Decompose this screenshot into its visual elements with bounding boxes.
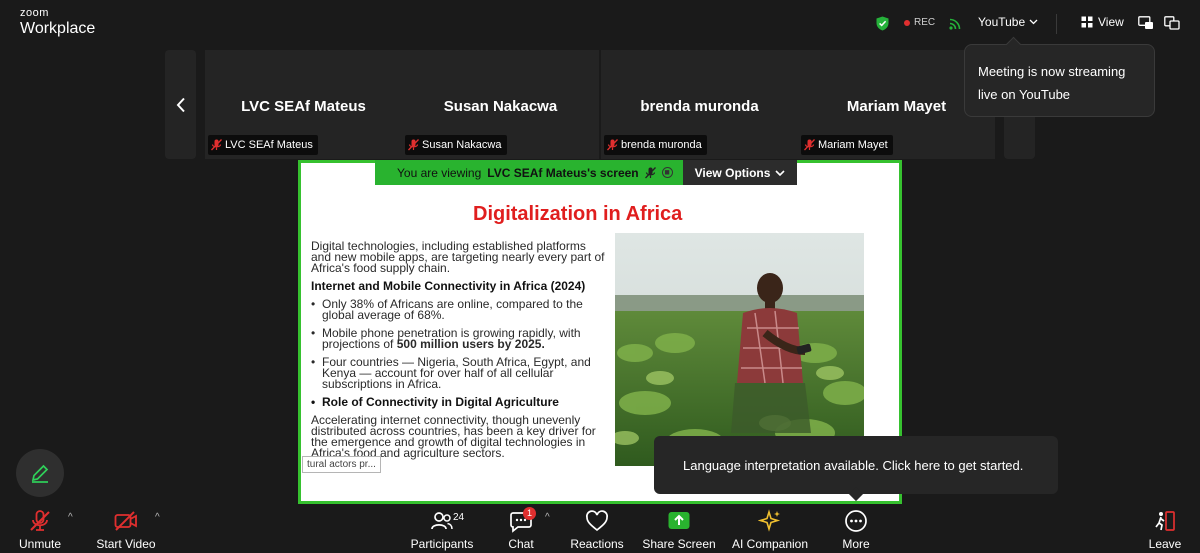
top-bar: zoom Workplace REC YouTube View xyxy=(0,0,1200,48)
heart-icon xyxy=(586,510,608,532)
viewing-prefix: You are viewing xyxy=(397,165,482,180)
participant-label-text: LVC SEAf Mateus xyxy=(225,139,313,151)
chat-unread-badge: 1 xyxy=(523,507,536,520)
fullscreen-icon[interactable] xyxy=(1164,16,1180,30)
slide-bullets: Only 38% of Africans are online, compare… xyxy=(311,298,607,408)
stop-icon[interactable]: ■ xyxy=(661,167,673,178)
grid-view-icon xyxy=(1081,16,1093,28)
chevron-down-icon xyxy=(1029,19,1038,25)
leave-label: Leave xyxy=(1148,537,1182,551)
mic-muted-icon xyxy=(644,166,656,178)
caption-snippet: tural actors pr... xyxy=(302,456,381,473)
stream-target-dropdown[interactable]: YouTube xyxy=(978,15,1038,29)
mic-muted-icon xyxy=(804,139,815,151)
participant-label: brenda muronda xyxy=(604,135,707,155)
slide-heading: Internet and Mobile Connectivity in Afri… xyxy=(311,279,586,293)
slide-bullet: Four countries — Nigeria, South Africa, … xyxy=(311,356,607,390)
reactions-button[interactable]: Reactions xyxy=(570,504,624,553)
audio-options-caret[interactable]: ^ xyxy=(68,512,73,523)
annotate-button[interactable] xyxy=(16,449,64,497)
start-video-button[interactable]: Start Video xyxy=(96,504,156,553)
live-stream-icon[interactable] xyxy=(949,16,963,30)
slide-body: Digital technologies, including establis… xyxy=(311,239,607,466)
start-video-label: Start Video xyxy=(96,537,156,551)
bullet-bold-text: 500 million users by 2025. xyxy=(396,337,545,351)
mic-muted-icon xyxy=(408,139,419,151)
mic-muted-icon xyxy=(607,139,618,151)
sparkle-icon xyxy=(758,509,781,532)
more-icon xyxy=(845,510,867,532)
zoom-logo: zoom Workplace xyxy=(20,8,95,37)
leave-icon xyxy=(1155,511,1175,531)
participants-label: Participants xyxy=(410,537,474,551)
recording-indicator[interactable]: REC xyxy=(904,17,935,28)
chat-label: Chat xyxy=(508,537,534,551)
more-button[interactable]: More xyxy=(836,504,876,553)
participants-icon xyxy=(431,512,453,530)
participant-tile[interactable]: LVC SEAf Mateus LVC SEAf Mateus xyxy=(205,50,402,159)
meeting-toolbar: Unmute ^ Start Video ^ Participants 24 C… xyxy=(0,504,1200,553)
participant-tile[interactable]: Susan Nakacwa Susan Nakacwa xyxy=(402,50,599,159)
viewing-indicator: You are viewing LVC SEAf Mateus's screen… xyxy=(375,160,683,185)
stream-target-label: YouTube xyxy=(978,15,1026,29)
reactions-label: Reactions xyxy=(570,537,624,551)
participant-label: Susan Nakacwa xyxy=(405,135,507,155)
slide-bullet: Role of Connectivity in Digital Agricult… xyxy=(311,396,607,408)
chevron-down-icon xyxy=(775,169,786,176)
pencil-icon xyxy=(31,464,49,483)
slide-title: Digitalization in Africa xyxy=(473,203,683,225)
slide-bullet: Only 38% of Africans are online, compare… xyxy=(311,298,607,321)
view-options-button[interactable]: View Options xyxy=(682,160,798,185)
picture-in-picture-icon[interactable] xyxy=(1138,16,1154,30)
view-options-label: View Options xyxy=(694,165,771,180)
more-label: More xyxy=(842,537,870,551)
logo-product: Workplace xyxy=(20,20,96,37)
gallery-prev-button[interactable] xyxy=(165,50,196,159)
ai-companion-label: AI Companion xyxy=(731,537,809,551)
participant-label: Mariam Mayet xyxy=(801,135,893,155)
participant-name: Susan Nakacwa xyxy=(443,98,558,115)
participant-label-text: Mariam Mayet xyxy=(818,139,888,151)
unmute-label: Unmute xyxy=(18,537,62,551)
share-screen-icon xyxy=(668,512,690,529)
participant-tile[interactable]: brenda muronda brenda muronda xyxy=(601,50,798,159)
slide-closing: Accelerating internet connectivity, thou… xyxy=(311,413,596,460)
mic-muted-icon xyxy=(211,139,222,151)
screen-share-bar: You are viewing LVC SEAf Mateus's screen… xyxy=(375,160,798,185)
video-options-caret[interactable]: ^ xyxy=(155,512,160,523)
participant-name: brenda muronda xyxy=(640,98,759,115)
interpretation-tooltip[interactable]: Language interpretation available. Click… xyxy=(654,436,1058,494)
participant-label: LVC SEAf Mateus xyxy=(208,135,318,155)
participant-name: LVC SEAf Mateus xyxy=(241,98,366,115)
divider xyxy=(1056,14,1057,34)
leave-button[interactable]: Leave xyxy=(1146,504,1184,553)
shield-check-icon[interactable] xyxy=(876,16,889,31)
viewing-presenter: LVC SEAf Mateus's screen xyxy=(487,165,639,180)
view-button[interactable]: View xyxy=(1081,15,1124,29)
participant-label-text: brenda muronda xyxy=(621,139,702,151)
share-screen-label: Share Screen xyxy=(642,537,716,551)
unmute-button[interactable]: Unmute xyxy=(16,504,64,553)
slide-bullet: Mobile phone penetration is growing rapi… xyxy=(311,327,607,351)
record-dot-icon xyxy=(904,19,910,26)
participants-count: 24 xyxy=(453,512,465,523)
rec-label: REC xyxy=(914,17,936,28)
share-screen-button[interactable]: Share Screen xyxy=(642,504,716,553)
mic-muted-icon xyxy=(30,510,50,531)
video-off-icon xyxy=(114,511,137,531)
slide-intro: Digital technologies, including establis… xyxy=(311,239,605,275)
farmer-photo xyxy=(615,233,864,466)
ai-companion-button[interactable]: AI Companion xyxy=(732,504,808,553)
chat-options-caret[interactable]: ^ xyxy=(545,512,550,523)
streaming-tooltip: Meeting is now streaming live on YouTube xyxy=(964,44,1155,117)
logo-brand: zoom xyxy=(20,7,49,19)
chevron-left-icon xyxy=(176,97,185,112)
view-label: View xyxy=(1098,15,1124,29)
participant-label-text: Susan Nakacwa xyxy=(422,139,502,151)
